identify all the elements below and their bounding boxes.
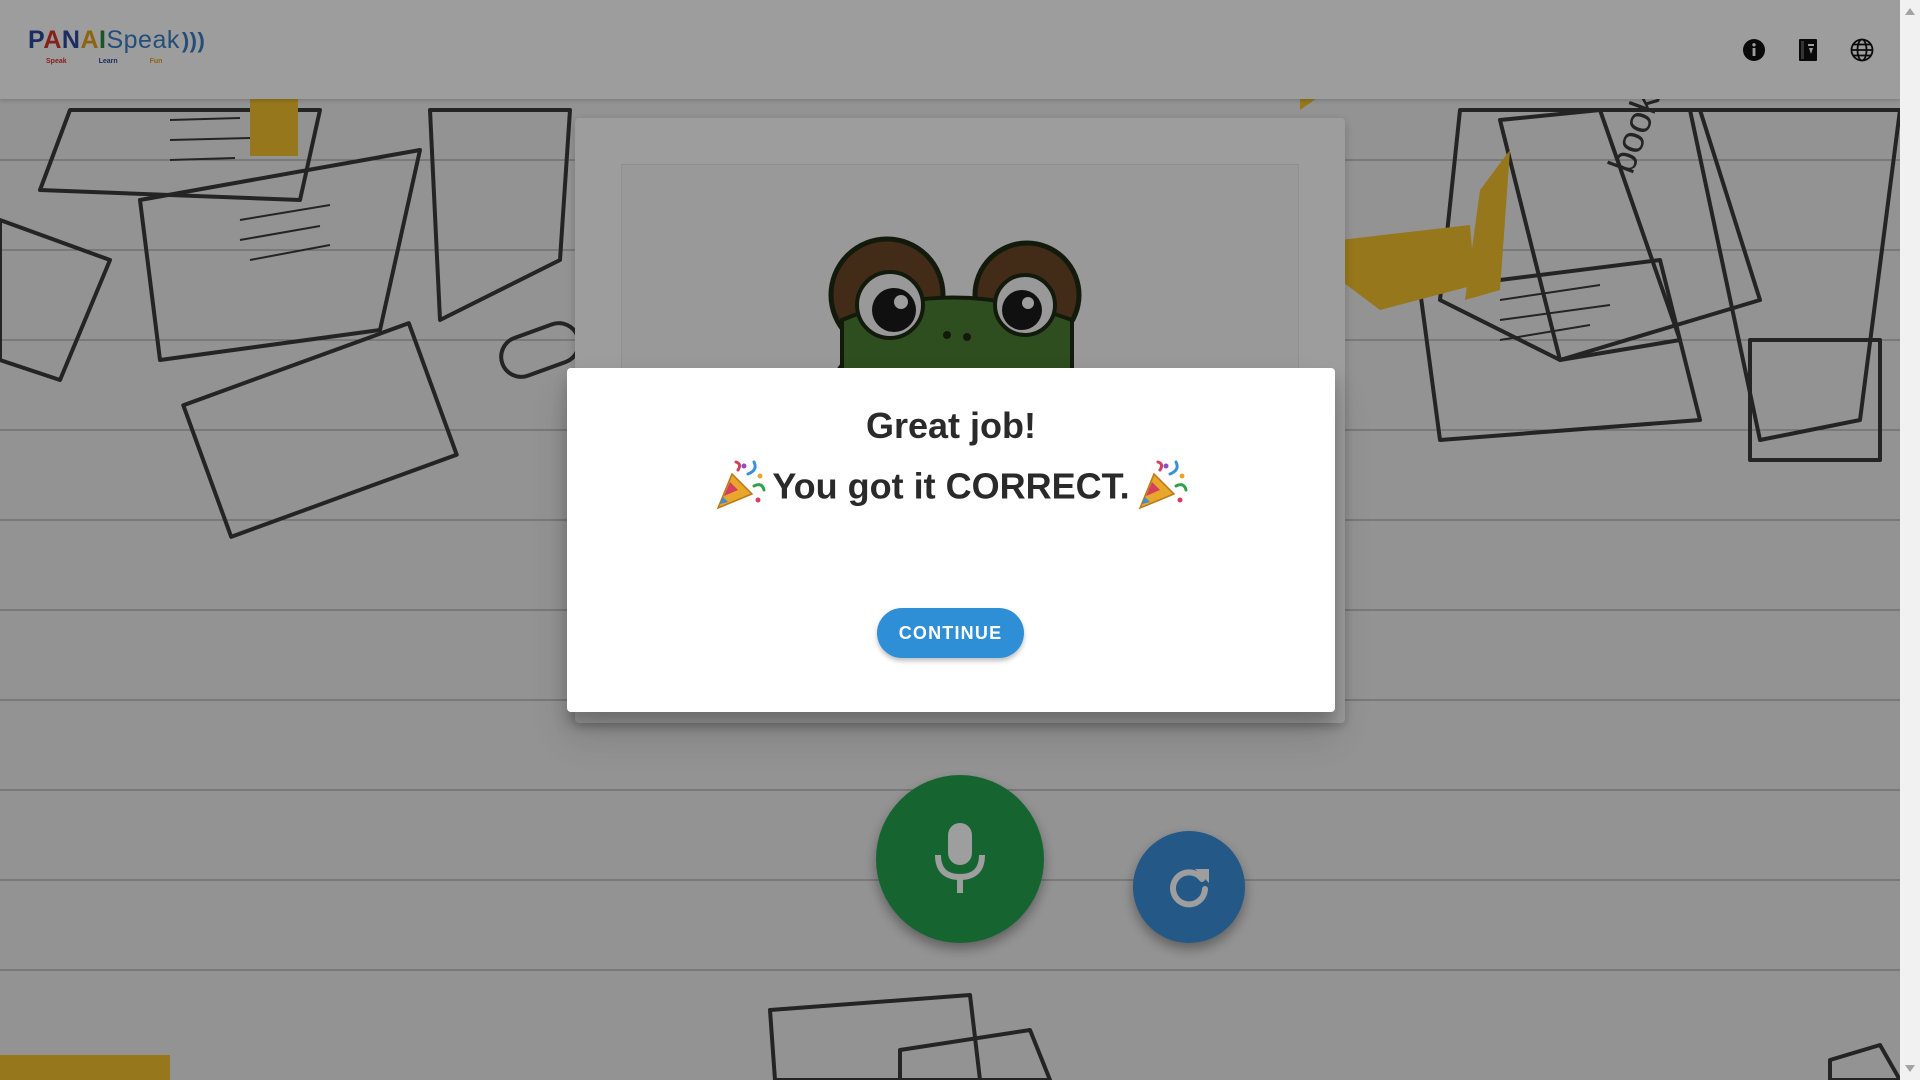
dialog-message: You got it CORRECT.	[567, 460, 1335, 512]
page-scrollbar[interactable]	[1900, 0, 1920, 1080]
scroll-up-arrow[interactable]	[1905, 8, 1915, 15]
continue-button[interactable]: CONTINUE	[877, 608, 1024, 658]
dialog-title: Great job!	[865, 405, 1036, 446]
party-popper-icon	[1136, 460, 1188, 512]
party-popper-icon	[714, 460, 766, 512]
dialog-message-text: You got it CORRECT.	[772, 465, 1130, 507]
scroll-down-arrow[interactable]	[1905, 1065, 1915, 1072]
success-dialog: Great job! You got it CORRECT. CONTINUE	[567, 368, 1335, 712]
